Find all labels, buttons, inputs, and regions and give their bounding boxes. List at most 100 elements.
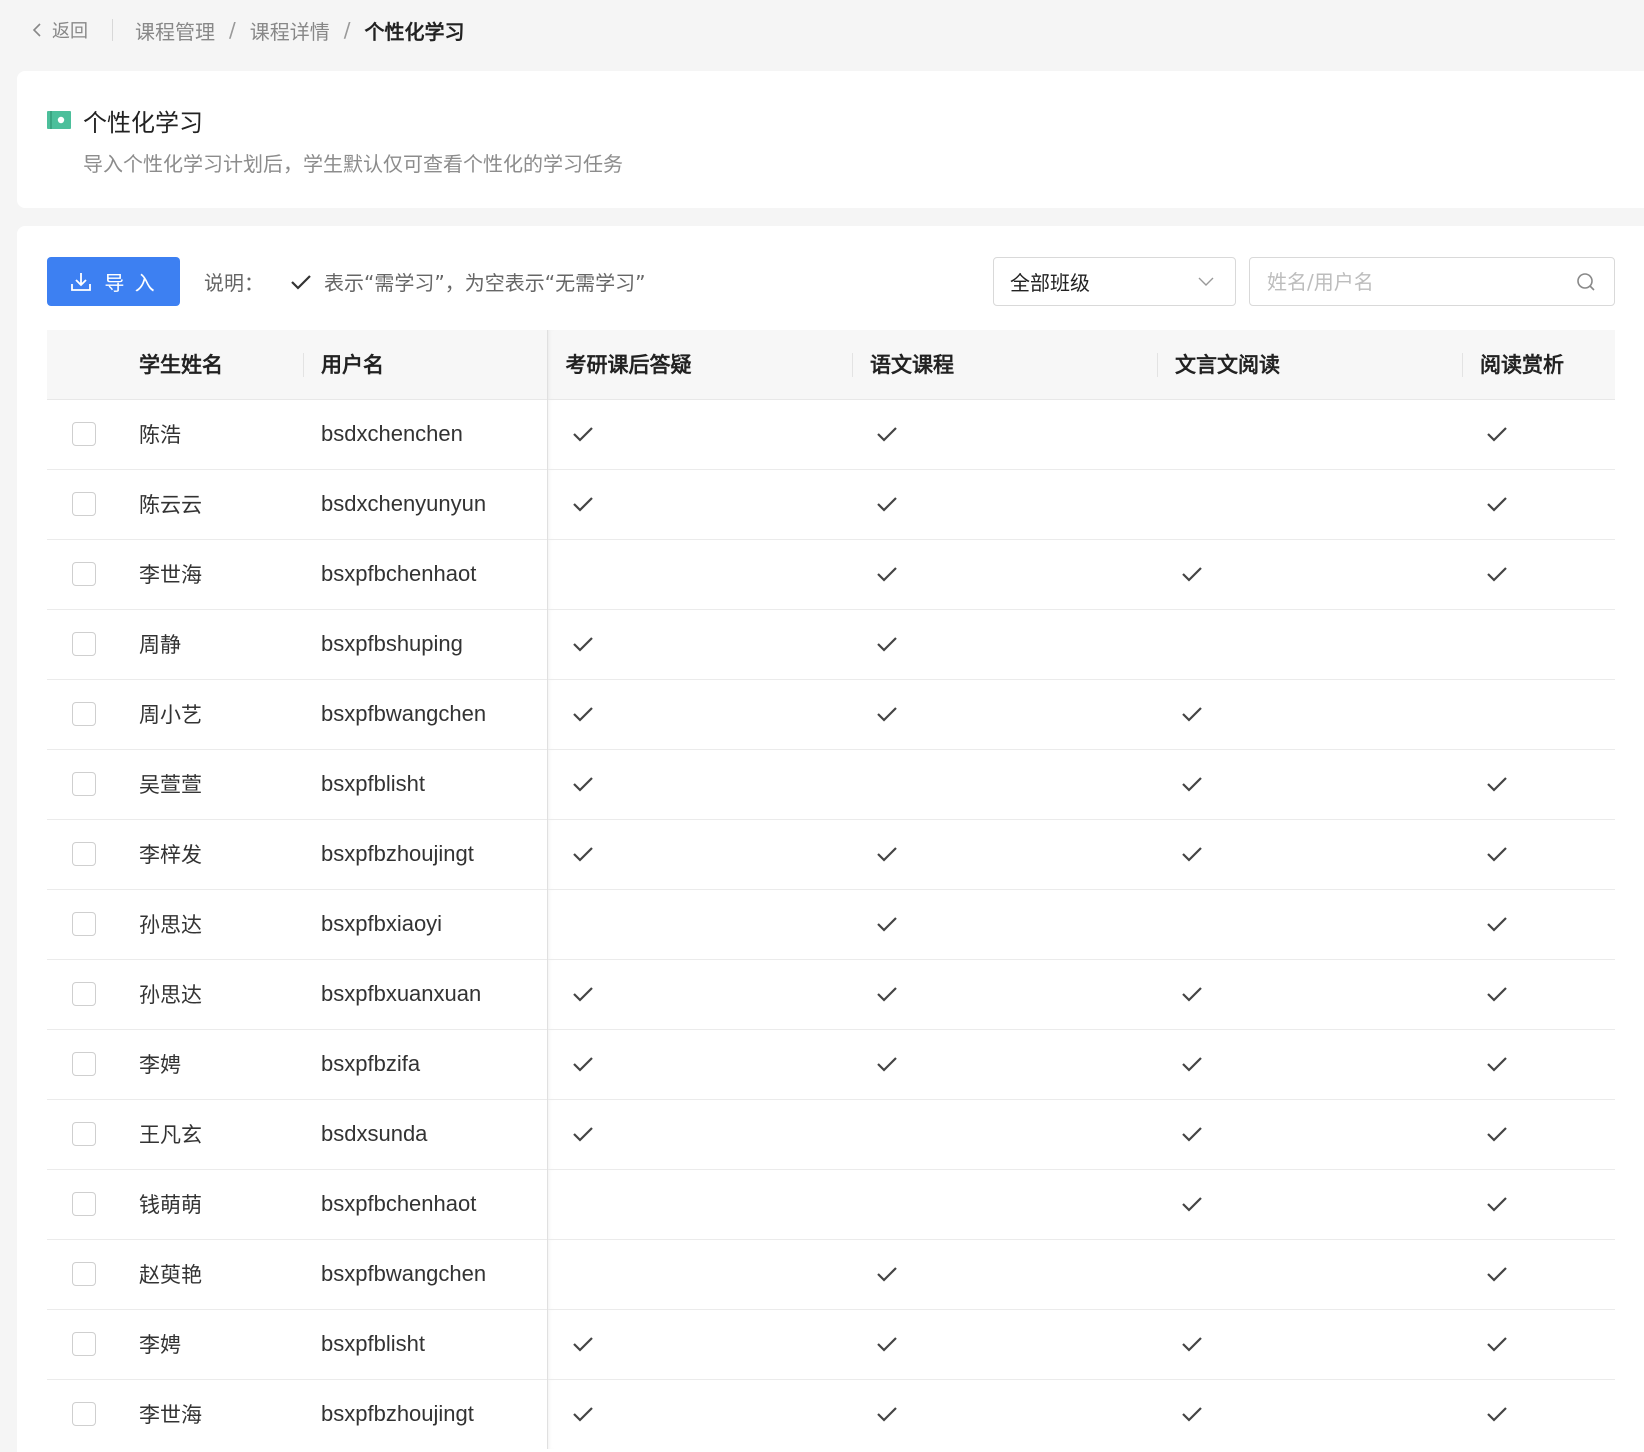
row-checkbox[interactable] — [72, 1262, 96, 1286]
subject-cell — [546, 609, 852, 679]
student-name: 周小艺 — [139, 703, 202, 727]
row-checkbox[interactable] — [72, 1192, 96, 1216]
subject-cell — [1462, 469, 1615, 539]
subject-cell — [1157, 469, 1462, 539]
student-name: 陈浩 — [139, 423, 181, 447]
check-icon — [1182, 1407, 1202, 1422]
row-checkbox[interactable] — [72, 982, 96, 1006]
student-name: 李梓发 — [139, 843, 202, 867]
search-input[interactable] — [1250, 258, 1614, 305]
back-label: 返回 — [52, 21, 88, 42]
subject-cell — [546, 749, 852, 819]
import-button[interactable]: 导 入 — [47, 257, 180, 306]
subject-cell — [546, 399, 852, 469]
check-icon — [1487, 1337, 1507, 1352]
subject-cell — [852, 1239, 1157, 1309]
table-row: 李世海 bsxpfbchenhaot — [47, 539, 1615, 609]
table-row: 周静 bsxpfbshuping — [47, 609, 1615, 679]
subject-cell — [546, 1239, 852, 1309]
class-select-value: 全部班级 — [1010, 271, 1090, 295]
check-icon — [572, 1127, 593, 1142]
header-card: 个性化学习 导入个性化学习计划后，学生默认仅可查看个性化的学习任务 — [17, 71, 1644, 208]
breadcrumb-item-course-detail[interactable]: 课程详情 — [250, 16, 330, 45]
page-subtitle: 导入个性化学习计划后，学生默认仅可查看个性化的学习任务 — [83, 152, 623, 176]
row-checkbox[interactable] — [72, 422, 96, 446]
check-icon — [572, 987, 593, 1002]
student-name: 陈云云 — [139, 493, 202, 517]
student-name: 钱萌萌 — [139, 1193, 202, 1217]
subject-cell — [852, 539, 1157, 609]
book-icon — [47, 111, 71, 129]
table-row: 周小艺 bsxpfbwangchen — [47, 679, 1615, 749]
check-icon — [877, 1337, 897, 1352]
row-checkbox[interactable] — [72, 1052, 96, 1076]
search-icon[interactable] — [1576, 272, 1596, 292]
subject-cell — [546, 1379, 852, 1449]
row-checkbox[interactable] — [72, 912, 96, 936]
row-checkbox[interactable] — [72, 702, 96, 726]
check-icon — [1487, 1407, 1507, 1422]
check-icon — [572, 847, 593, 862]
subject-cell — [546, 889, 852, 959]
breadcrumb: 返回 课程管理 / 课程详情 / 个性化学习 — [32, 14, 465, 46]
breadcrumb-current: 个性化学习 — [364, 19, 465, 44]
subject-cell — [852, 1309, 1157, 1379]
row-select-cell — [47, 1099, 139, 1169]
table-header-row: 学生姓名 用户名 考研课后答疑 语文课程 文言文阅读 阅读赏析 — [47, 330, 1615, 399]
table-row: 赵萸艳 bsxpfbwangchen — [47, 1239, 1615, 1309]
subject-cell — [546, 1309, 852, 1379]
subject-cell — [852, 609, 1157, 679]
row-select-cell — [47, 609, 139, 679]
subject-cell — [1157, 959, 1462, 1029]
main-card: 导 入 说明： 表示“需学习”，为空表示“无需学习” 全部班级 姓名/用户名 学… — [17, 226, 1644, 1452]
row-select-cell — [47, 1029, 139, 1099]
row-checkbox[interactable] — [72, 562, 96, 586]
row-checkbox[interactable] — [72, 492, 96, 516]
subject-cell — [1462, 1379, 1615, 1449]
subject-cell — [1462, 1309, 1615, 1379]
class-select[interactable]: 全部班级 — [993, 257, 1236, 306]
check-icon — [877, 1407, 897, 1422]
breadcrumb-item-course-management[interactable]: 课程管理 — [135, 16, 215, 45]
row-select-cell — [47, 819, 139, 889]
check-icon — [1487, 1267, 1507, 1282]
check-icon — [1182, 1127, 1202, 1142]
check-icon — [572, 1057, 593, 1072]
subject-cell — [1462, 819, 1615, 889]
subject-cell — [852, 399, 1157, 469]
legend-prefix: 说明： — [204, 271, 264, 295]
subject-cell — [546, 539, 852, 609]
subject-cell — [1157, 539, 1462, 609]
row-select-cell — [47, 1379, 139, 1449]
subject-cell — [852, 1029, 1157, 1099]
header-subject: 语文课程 — [852, 330, 1157, 399]
row-checkbox[interactable] — [72, 842, 96, 866]
student-username: bsxpfbchenhaot — [321, 561, 477, 586]
check-icon — [572, 637, 593, 652]
back-link[interactable]: 返回 — [32, 17, 88, 43]
check-icon — [1182, 777, 1202, 792]
check-icon — [1182, 567, 1202, 582]
row-checkbox[interactable] — [72, 772, 96, 796]
subject-cell — [546, 469, 852, 539]
breadcrumb-separator: / — [343, 18, 351, 42]
subject-cell — [1157, 749, 1462, 819]
subject-cell — [1462, 539, 1615, 609]
check-icon — [1182, 1337, 1202, 1352]
check-icon — [572, 777, 593, 792]
check-icon — [1182, 847, 1202, 862]
subject-cell — [1157, 889, 1462, 959]
page: 返回 课程管理 / 课程详情 / 个性化学习 个性化学习 导入个性化学习计划后，… — [0, 0, 1644, 1452]
check-icon — [1487, 1127, 1507, 1142]
check-icon — [1487, 917, 1507, 932]
subject-cell — [852, 679, 1157, 749]
row-checkbox[interactable] — [72, 1402, 96, 1427]
subject-cell — [1157, 399, 1462, 469]
row-checkbox[interactable] — [72, 1122, 96, 1146]
page-title: 个性化学习 — [83, 109, 203, 137]
row-checkbox[interactable] — [72, 1332, 96, 1356]
row-select-cell — [47, 749, 139, 819]
check-icon — [877, 1267, 897, 1282]
row-checkbox[interactable] — [72, 632, 96, 656]
subject-cell — [1462, 959, 1615, 1029]
